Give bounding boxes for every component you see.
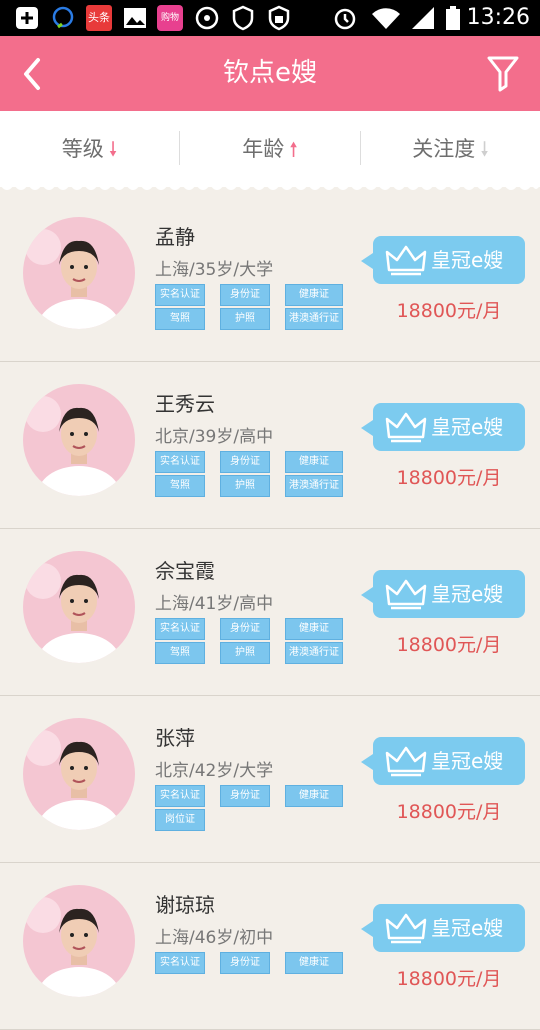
crown-icon bbox=[385, 579, 427, 610]
alarm-icon bbox=[334, 8, 356, 30]
certificate-tag: 身份证 bbox=[220, 618, 270, 640]
caregiver-info: 上海/35岁/大学 bbox=[155, 260, 274, 280]
caregiver-name: 佘宝霞 bbox=[155, 559, 215, 583]
shopping-app-icon: 购物街 bbox=[157, 5, 183, 49]
sort-label-level: 等级 bbox=[61, 137, 104, 161]
caregiver-card[interactable]: 佘宝霞 上海/41岁/高中 实名认证 身份证 健康证驾照 护照 港澳通行证 皇冠e嫂 1… bbox=[0, 529, 540, 696]
wifi-icon bbox=[372, 8, 400, 30]
certificate-tag: 驾照 bbox=[155, 308, 205, 330]
caregiver-card[interactable]: 孟静 上海/35岁/大学 实名认证 身份证 健康证驾照 护照 港澳通行证 皇冠e嫂 18… bbox=[0, 195, 540, 362]
toutiao-app-icon: 头条 bbox=[86, 5, 112, 31]
avatar bbox=[23, 551, 135, 663]
certificate-tag: 身份证 bbox=[220, 785, 270, 807]
app-header: 钦点e嫂 bbox=[0, 36, 540, 111]
certificate-tag: 实名认证 bbox=[155, 785, 205, 807]
filter-icon[interactable] bbox=[486, 54, 520, 92]
certificate-tag: 健康证 bbox=[285, 618, 343, 640]
caregiver-list: 孟静 上海/35岁/大学 实名认证 身份证 健康证 驾照 护照 港澳通行证 皇冠e嫂 18… bbox=[0, 195, 540, 1030]
badge-label: 皇冠e嫂 bbox=[431, 749, 504, 773]
certificate-tag: 驾照 bbox=[155, 642, 205, 664]
crown-badge: 皇冠e嫂 bbox=[361, 236, 525, 284]
status-bar: 头条 购物街 13:26 bbox=[0, 0, 540, 49]
crown-badge: 皇冠e嫂 bbox=[361, 904, 525, 952]
certificate-tag: 港澳通行证 bbox=[285, 308, 343, 330]
price: 18800元/月 bbox=[396, 467, 502, 489]
certificate-tag: 身份证 bbox=[220, 284, 270, 306]
clock-time: 13:26 bbox=[466, 5, 530, 30]
badge-label: 皇冠e嫂 bbox=[431, 248, 504, 272]
certificate-tag: 实名认证 bbox=[155, 618, 205, 640]
price: 18800元/月 bbox=[396, 634, 502, 656]
podcast-icon bbox=[195, 6, 219, 30]
certificate-tag: 驾照 bbox=[155, 475, 205, 497]
badge-label: 皇冠e嫂 bbox=[431, 582, 504, 606]
crown-icon bbox=[385, 746, 427, 777]
arrow-up-icon: 🠕 bbox=[289, 137, 298, 161]
shield-icon bbox=[232, 5, 254, 31]
sort-bar: 等级 🠗 年龄 🠕 关注度 🠗 bbox=[0, 111, 540, 187]
avatar bbox=[23, 718, 135, 830]
certificate-tag: 岗位证 bbox=[155, 809, 205, 831]
caregiver-info: 上海/41岁/高中 bbox=[155, 594, 274, 614]
sort-by-popularity[interactable]: 关注度 🠗 bbox=[361, 111, 540, 187]
sort-label-popularity: 关注度 bbox=[412, 137, 476, 161]
certificate-tag: 身份证 bbox=[220, 451, 270, 473]
avatar bbox=[23, 384, 135, 496]
crown-badge: 皇冠e嫂 bbox=[361, 570, 525, 618]
badge-label: 皇冠e嫂 bbox=[431, 415, 504, 439]
scalloped-edge bbox=[0, 185, 540, 190]
certificate-tag: 健康证 bbox=[285, 785, 343, 807]
add-icon bbox=[16, 7, 38, 29]
badge-label: 皇冠e嫂 bbox=[431, 916, 504, 940]
arrow-down-icon: 🠗 bbox=[480, 137, 489, 161]
caregiver-info: 北京/39岁/高中 bbox=[155, 427, 274, 447]
caregiver-card[interactable]: 王秀云 北京/39岁/高中 实名认证 身份证 健康证驾照 护照 港澳通行证 皇冠e嫂 1… bbox=[0, 362, 540, 529]
sort-label-age: 年龄 bbox=[242, 137, 285, 161]
certificate-tag: 护照 bbox=[220, 642, 270, 664]
caregiver-card[interactable]: 张萍 北京/42岁/大学 实名认证 身份证 健康证岗位证 皇冠e嫂 18800元/月 bbox=[0, 696, 540, 863]
arrow-down-icon: 🠗 bbox=[108, 137, 118, 161]
chat-icon bbox=[52, 6, 74, 29]
caregiver-name: 孟静 bbox=[155, 225, 195, 249]
certificate-tag: 实名认证 bbox=[155, 284, 205, 306]
caregiver-name: 张萍 bbox=[155, 726, 195, 750]
crown-icon bbox=[385, 412, 427, 443]
price: 18800元/月 bbox=[396, 300, 502, 322]
sort-by-age[interactable]: 年龄 🠕 bbox=[180, 111, 360, 187]
shield-lock-icon bbox=[268, 5, 290, 31]
price: 18800元/月 bbox=[396, 968, 502, 990]
crown-badge: 皇冠e嫂 bbox=[361, 403, 525, 451]
image-icon bbox=[124, 8, 146, 28]
certificate-tag: 港澳通行证 bbox=[285, 475, 343, 497]
caregiver-name: 谢琼琼 bbox=[155, 893, 215, 917]
avatar bbox=[23, 217, 135, 329]
certificate-tag: 健康证 bbox=[285, 284, 343, 306]
crown-badge: 皇冠e嫂 bbox=[361, 737, 525, 785]
caregiver-info: 北京/42岁/大学 bbox=[155, 761, 274, 781]
certificate-tag: 港澳通行证 bbox=[285, 642, 343, 664]
certificate-tag: 健康证 bbox=[285, 451, 343, 473]
certificate-tag: 身份证 bbox=[220, 952, 270, 974]
caregiver-name: 王秀云 bbox=[155, 392, 215, 416]
certificate-tag: 实名认证 bbox=[155, 952, 205, 974]
signal-icon bbox=[412, 7, 434, 29]
crown-icon bbox=[385, 913, 427, 944]
certificate-tag: 护照 bbox=[220, 308, 270, 330]
caregiver-info: 上海/46岁/初中 bbox=[155, 928, 274, 948]
crown-icon bbox=[385, 245, 427, 276]
battery-icon bbox=[446, 6, 460, 30]
avatar bbox=[23, 885, 135, 997]
sort-by-level[interactable]: 等级 🠗 bbox=[0, 111, 179, 187]
page-title: 钦点e嫂 bbox=[223, 58, 317, 88]
certificate-tag: 实名认证 bbox=[155, 451, 205, 473]
certificate-tag: 健康证 bbox=[285, 952, 343, 974]
price: 18800元/月 bbox=[396, 801, 502, 823]
caregiver-card[interactable]: 谢琼琼 上海/46岁/初中 实名认证 身份证 健康证 皇冠e嫂 18800元/月 bbox=[0, 863, 540, 1030]
certificate-tag: 护照 bbox=[220, 475, 270, 497]
